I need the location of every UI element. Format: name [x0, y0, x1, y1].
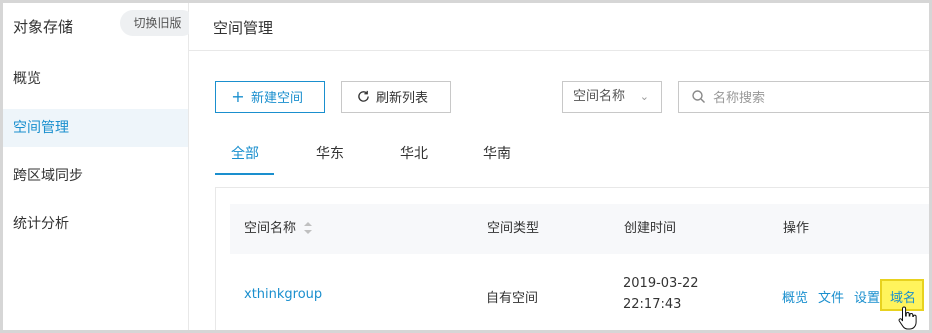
bucket-name-link[interactable]: xthinkgroup: [244, 287, 322, 302]
sidebar-item-bucket-management[interactable]: 空间管理: [3, 109, 188, 147]
action-files-link[interactable]: 文件: [818, 287, 844, 306]
action-domain-link[interactable]: 域名: [890, 287, 916, 306]
search-icon: [692, 90, 705, 103]
action-settings-link[interactable]: 设置: [854, 287, 880, 306]
bucket-table: 空间名称 空间类型 创建时间 操作: [215, 187, 929, 330]
new-bucket-label: 新建空间: [251, 91, 304, 106]
switch-old-version-button[interactable]: 切换旧版: [120, 10, 195, 36]
action-overview-link[interactable]: 概览: [782, 287, 808, 306]
created-date: 2019-03-22: [623, 276, 699, 291]
refresh-list-label: 刷新列表: [376, 91, 429, 106]
column-header-name-label: 空间名称: [244, 221, 297, 236]
sidebar: 对象存储 切换旧版 概览 空间管理 跨区域同步 统计分析: [3, 3, 195, 330]
tab-north-china[interactable]: 华北: [400, 143, 428, 163]
hand-cursor-icon: [898, 306, 917, 330]
search-box: [678, 81, 929, 113]
sidebar-item-overview[interactable]: 概览: [3, 60, 188, 98]
active-tab-indicator: [215, 173, 274, 175]
app-window: 对象存储 切换旧版 概览 空间管理 跨区域同步 统计分析 空间管理 + 新建空间 …: [0, 0, 932, 333]
column-header-name[interactable]: 空间名称: [244, 204, 313, 254]
refresh-list-button[interactable]: 刷新列表: [341, 81, 451, 113]
sidebar-item-cross-region-sync[interactable]: 跨区域同步: [3, 157, 188, 195]
page-title: 空间管理: [213, 19, 274, 37]
search-input[interactable]: [711, 83, 915, 113]
search-field-select-value: 空间名称: [573, 89, 626, 104]
column-header-created: 创建时间: [624, 221, 677, 236]
column-header-type: 空间类型: [487, 221, 540, 236]
refresh-icon: [356, 82, 370, 112]
sort-icon[interactable]: [304, 221, 313, 234]
tab-south-china[interactable]: 华南: [483, 143, 511, 163]
search-field-select[interactable]: 空间名称 ⌄: [562, 81, 662, 113]
new-bucket-button[interactable]: + 新建空间: [215, 81, 325, 113]
column-header-actions: 操作: [783, 221, 810, 236]
tab-all[interactable]: 全部: [231, 143, 259, 163]
tab-east-china[interactable]: 华东: [316, 143, 344, 163]
sidebar-title: 对象存储: [13, 18, 74, 36]
created-time: 22:17:43: [623, 297, 682, 312]
table-header: 空间名称 空间类型 创建时间 操作: [230, 204, 929, 254]
plus-icon: +: [231, 87, 245, 106]
bucket-type: 自有空间: [486, 291, 539, 306]
sidebar-item-statistics[interactable]: 统计分析: [3, 205, 188, 243]
page-header: 空间管理: [189, 3, 929, 51]
chevron-down-icon: ⌄: [639, 90, 649, 103]
